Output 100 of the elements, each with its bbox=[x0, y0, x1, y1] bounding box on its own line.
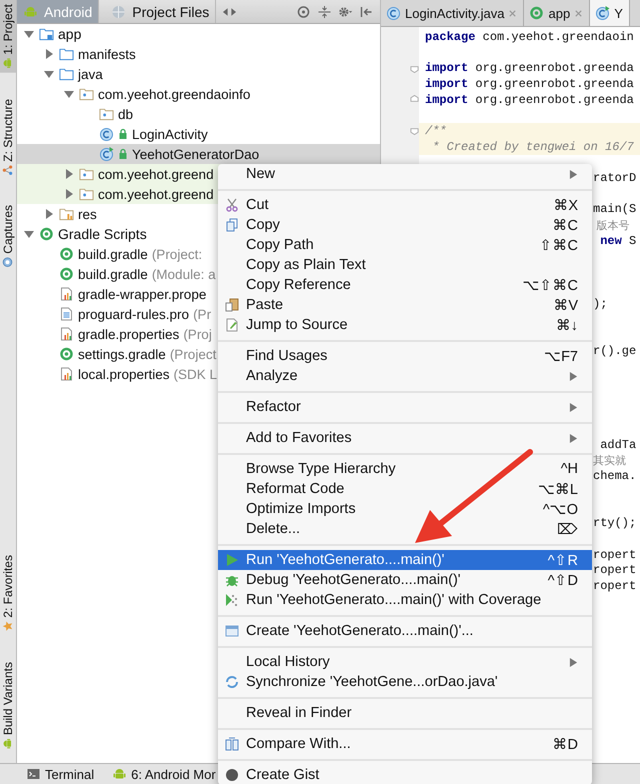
tree-item-label[interactable]: gradle.properties bbox=[78, 326, 180, 342]
tree-item-label[interactable]: YeehotGeneratorDao bbox=[132, 146, 260, 162]
tool-window-tab[interactable]: Build Variants bbox=[0, 658, 16, 753]
editor-tab[interactable]: LoginActivity.java bbox=[381, 0, 524, 26]
tree-item-note: (SDK L bbox=[174, 366, 218, 382]
expanded-arrow-icon[interactable] bbox=[63, 88, 75, 100]
tree-row[interactable]: app bbox=[17, 24, 380, 44]
fold-marker-icon[interactable] bbox=[410, 95, 419, 104]
android-icon bbox=[2, 58, 14, 69]
tree-row[interactable]: YeehotGeneratorDao bbox=[17, 144, 380, 164]
globe-icon bbox=[111, 4, 126, 18]
menu-item[interactable]: Find Usages ⌥F7 bbox=[218, 346, 592, 366]
menu-item[interactable]: Local History bbox=[218, 652, 592, 672]
menu-item[interactable]: Browse Type Hierarchy ^H bbox=[218, 459, 592, 479]
tree-item-label[interactable]: Gradle Scripts bbox=[58, 226, 147, 242]
code-line: chema. bbox=[593, 469, 636, 484]
tree-item-label[interactable]: LoginActivity bbox=[132, 126, 208, 142]
structure-icon bbox=[2, 164, 14, 176]
settings-icon[interactable] bbox=[338, 4, 353, 18]
class-icon bbox=[99, 127, 114, 141]
menu-item[interactable]: Add to Favorites bbox=[218, 428, 592, 448]
expanded-arrow-icon[interactable] bbox=[23, 228, 35, 240]
android-icon bbox=[112, 767, 128, 781]
fold-marker-icon[interactable] bbox=[410, 64, 419, 73]
collapsed-arrow-icon[interactable] bbox=[63, 188, 75, 200]
menu-item[interactable]: Reveal in Finder bbox=[218, 703, 592, 723]
tree-item-note: (Proj bbox=[183, 326, 212, 342]
collapse-all-icon[interactable] bbox=[317, 4, 332, 18]
menu-item[interactable]: Run 'YeehotGenerato....main()' ^⇧R bbox=[218, 550, 592, 570]
tree-row[interactable]: java bbox=[17, 64, 380, 84]
resource-folder-icon bbox=[59, 207, 74, 221]
menu-item[interactable]: Refactor bbox=[218, 397, 592, 417]
tree-row[interactable]: db bbox=[17, 104, 380, 124]
package-folder-icon bbox=[99, 107, 114, 121]
menu-item[interactable]: Copy as Plain Text bbox=[218, 255, 592, 275]
locate-icon[interactable] bbox=[296, 4, 311, 18]
tree-item-label[interactable]: settings.gradle bbox=[78, 346, 166, 362]
tree-item-label[interactable]: build.gradle bbox=[78, 246, 148, 262]
menu-item[interactable]: Paste ⌘V bbox=[218, 295, 592, 315]
code-line: package com.yeehot.greendaoin bbox=[424, 30, 634, 44]
coverage-icon bbox=[225, 593, 239, 607]
menu-item[interactable]: Copy Reference ⌥⇧⌘C bbox=[218, 275, 592, 295]
menu-item[interactable]: Analyze bbox=[218, 366, 592, 386]
tree-item-label[interactable]: com.yeehot.greend bbox=[98, 166, 214, 182]
menu-item[interactable]: Delete... ⌦ bbox=[218, 519, 592, 539]
expanded-arrow-icon[interactable] bbox=[23, 28, 35, 40]
tool-window-button[interactable]: Terminal bbox=[26, 766, 94, 782]
collapsed-arrow-icon[interactable] bbox=[43, 48, 55, 60]
view-tab[interactable]: Project Files bbox=[105, 0, 216, 23]
menu-item[interactable]: Create 'YeehotGenerato....main()'... bbox=[218, 621, 592, 641]
tool-window-tab[interactable]: 2: Favorites bbox=[0, 551, 16, 636]
gradle-icon bbox=[39, 227, 54, 241]
compare-icon bbox=[225, 737, 239, 751]
tree-item-label[interactable]: gradle-wrapper.prope bbox=[78, 286, 206, 302]
fold-marker-icon[interactable] bbox=[410, 126, 419, 136]
menu-item[interactable]: Optimize Imports ^⌥O bbox=[218, 499, 592, 519]
package-folder-icon bbox=[79, 187, 94, 201]
tree-item-label[interactable]: com.yeehot.greend bbox=[98, 186, 214, 202]
gradle-icon bbox=[59, 247, 74, 261]
tree-item-label[interactable]: manifests bbox=[78, 46, 136, 62]
tool-window-tab[interactable]: 1: Project bbox=[0, 0, 16, 73]
runnable-class-icon bbox=[595, 6, 610, 20]
collapsed-arrow-icon[interactable] bbox=[63, 168, 75, 180]
code-line: import org.greenrobot.greenda bbox=[424, 76, 634, 91]
menu-item[interactable]: Compare With... ⌘D bbox=[218, 734, 592, 754]
tree-item-label[interactable]: proguard-rules.pro bbox=[78, 306, 190, 322]
tree-item-label[interactable]: build.gradle bbox=[78, 266, 148, 282]
camera-icon bbox=[2, 257, 14, 268]
tree-row[interactable]: manifests bbox=[17, 44, 380, 64]
editor-tab[interactable]: Y bbox=[590, 0, 630, 26]
menu-item[interactable]: Run 'YeehotGenerato....main()' with Coverage bbox=[218, 590, 592, 610]
menu-item[interactable]: Debug 'YeehotGenerato....main()' ^⇧D bbox=[218, 570, 592, 590]
tree-item-label[interactable]: res bbox=[78, 206, 97, 222]
code-line: r().ge bbox=[593, 344, 636, 358]
menu-item[interactable]: Copy ⌘C bbox=[218, 215, 592, 235]
menu-item[interactable]: Jump to Source ⌘↓ bbox=[218, 315, 592, 335]
code-line: rty(); bbox=[593, 516, 636, 530]
code-line: import org.greenrobot.greenda bbox=[424, 61, 634, 76]
menu-item[interactable]: Copy Path ⇧⌘C bbox=[218, 235, 592, 255]
tree-item-label[interactable]: app bbox=[58, 26, 82, 42]
collapsed-arrow-icon[interactable] bbox=[43, 208, 55, 220]
scissors-icon bbox=[225, 198, 239, 212]
tool-window-tab[interactable]: Captures bbox=[0, 201, 16, 272]
tree-item-label[interactable]: db bbox=[118, 106, 134, 122]
tool-window-button[interactable]: 6: Android Mor bbox=[112, 766, 216, 782]
menu-item[interactable]: Reformat Code ⌥⌘L bbox=[218, 479, 592, 499]
tree-row[interactable]: LoginActivity bbox=[17, 124, 380, 144]
code-line: import org.greenrobot.greenda bbox=[424, 92, 634, 107]
android-icon bbox=[23, 4, 38, 18]
expanded-arrow-icon[interactable] bbox=[43, 68, 55, 80]
menu-item[interactable]: Synchronize 'YeehotGene...orDao.java' bbox=[218, 672, 592, 692]
run-icon bbox=[225, 553, 239, 567]
tool-window-tab[interactable]: Z: Structure bbox=[0, 94, 16, 180]
hide-panel-icon[interactable] bbox=[359, 4, 374, 18]
tree-item-label[interactable]: java bbox=[78, 66, 103, 82]
tree-item-label[interactable]: local.properties bbox=[78, 366, 170, 382]
tree-row[interactable]: com.yeehot.greendaoinfo bbox=[17, 84, 380, 104]
code-line: ropert bbox=[593, 578, 636, 593]
tree-item-label[interactable]: com.yeehot.greendaoinfo bbox=[98, 86, 250, 102]
menu-item[interactable]: Create Gist bbox=[218, 765, 592, 784]
